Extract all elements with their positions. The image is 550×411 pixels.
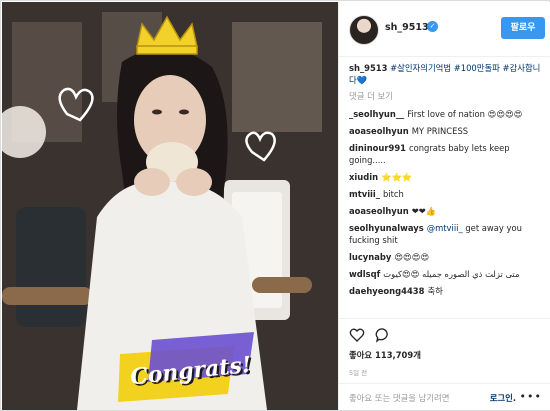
comment-text: First love of nation 😍😍😍😍 — [407, 109, 523, 119]
comment-item: xiudin ⭐⭐⭐ — [349, 171, 545, 183]
photo-illustration — [2, 2, 338, 410]
login-link[interactable]: 로그인. — [490, 392, 516, 404]
comments-list: sh_9513 #살인자의기억법 #100만돌파 #감사합니다💙 댓글 더 보기… — [349, 62, 545, 318]
comment-username[interactable]: seolhyunalways — [349, 223, 424, 233]
comment-item: daehyeong4438 축하 — [349, 285, 545, 297]
comment-item: lucynaby 😍😍😍😍 — [349, 251, 545, 263]
comment-item: wdlsqf متى تزلت ذي الصوره جميله 😍😍كيوت — [349, 268, 545, 280]
comment-username[interactable]: aoaseolhyun — [349, 126, 409, 136]
comment-item: seolhyunalways @mtviii_ get away you fuck… — [349, 222, 545, 246]
comment-username[interactable]: dininour991 — [349, 143, 406, 153]
comment-username[interactable]: mtviii_ — [349, 189, 380, 199]
load-more-comments-link[interactable]: 댓글 더 보기 — [349, 90, 545, 102]
comment-text: متى تزلت ذي الصوره جميله 😍😍كيوت — [383, 269, 520, 279]
more-icon[interactable]: ••• — [520, 390, 542, 403]
post-side-panel: sh_9513 ✓ 팔로우 sh_9513 #살인자의기억법 #100만돌파 #… — [338, 2, 550, 410]
follow-button[interactable]: 팔로우 — [501, 17, 545, 39]
comment-text: 축하 — [427, 286, 443, 296]
post-timestamp[interactable]: 5일 전 — [349, 367, 367, 377]
comment-username[interactable]: xiudin — [349, 172, 378, 182]
likes-count: 113,709개 — [375, 350, 421, 360]
comment-username[interactable]: lucynaby — [349, 252, 391, 262]
comment-username[interactable]: _seolhyun__ — [349, 109, 404, 119]
likes-label: 좋아요 — [349, 350, 373, 360]
verified-badge-icon: ✓ — [427, 21, 438, 32]
post-photo[interactable]: Congrats! — [2, 2, 338, 410]
comment-text: ⭐⭐⭐ — [381, 172, 413, 182]
heart-icon[interactable] — [349, 327, 365, 343]
like-count[interactable]: 좋아요 113,709개 — [349, 349, 421, 361]
comment-item: aoaseolhyun MY PRINCESS — [349, 125, 545, 137]
comment-username[interactable]: daehyeong4438 — [349, 286, 424, 296]
add-comment-prompt: 좋아요 또는 댓글을 남기려면 — [349, 393, 450, 403]
comment-item: _seolhyun__ First love of nation 😍😍😍😍 — [349, 108, 545, 120]
add-comment-bar: 좋아요 또는 댓글을 남기려면 로그인. ••• — [339, 383, 550, 411]
comment-text: ❤❤👍 — [411, 206, 437, 216]
avatar[interactable] — [349, 15, 379, 45]
comment-text: bitch — [383, 189, 404, 199]
caption-username[interactable]: sh_9513 — [349, 63, 387, 73]
post-header: sh_9513 ✓ 팔로우 — [339, 2, 550, 57]
post-caption: sh_9513 #살인자의기억법 #100만돌파 #감사합니다💙 — [349, 62, 545, 86]
comment-icon[interactable] — [375, 327, 391, 343]
comment-username[interactable]: wdlsqf — [349, 269, 380, 279]
post-actions: 좋아요 113,709개 5일 전 좋아요 또는 댓글을 남기려면 로그인. •… — [339, 318, 550, 411]
post-username[interactable]: sh_9513 — [385, 22, 429, 33]
comment-text: MY PRINCESS — [411, 126, 469, 136]
post-dialog: Congrats! sh_9513 ✓ 팔로우 sh_9513 #살인자의기억법… — [0, 0, 550, 411]
comment-username[interactable]: aoaseolhyun — [349, 206, 409, 216]
comment-text: 😍😍😍😍 — [394, 252, 430, 262]
comment-item: aoaseolhyun ❤❤👍 — [349, 205, 545, 217]
comment-mention[interactable]: @mtviii_ — [427, 223, 463, 233]
comment-item: mtviii_ bitch — [349, 188, 545, 200]
comment-item: dininour991 congrats baby lets keep going… — [349, 142, 545, 166]
